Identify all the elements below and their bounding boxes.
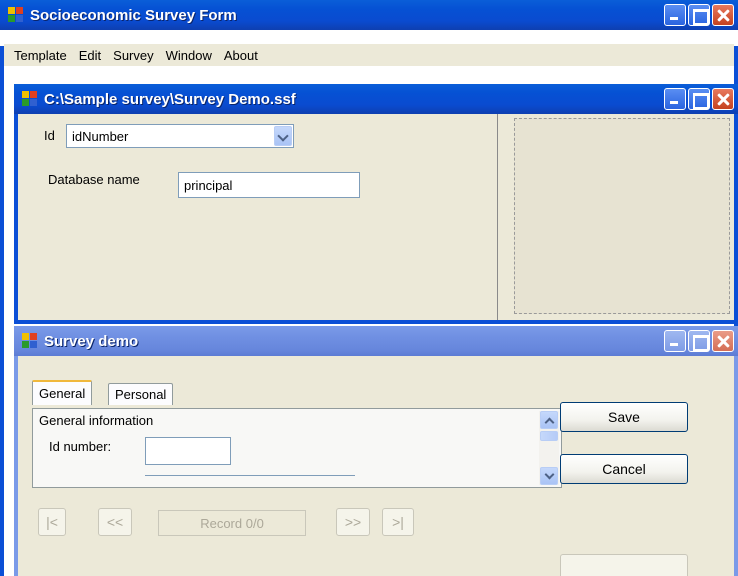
tab-personal[interactable]: Personal: [108, 383, 174, 405]
survey-file-title: C:\Sample survey\Survey Demo.ssf: [44, 90, 296, 108]
record-counter: Record 0/0: [158, 510, 306, 536]
survey-settings-pane: Id idNumber Database name principal: [18, 114, 498, 320]
menu-window[interactable]: Window: [160, 48, 218, 63]
survey-demo-minimize-button[interactable]: [664, 330, 686, 352]
survey-demo-close-button[interactable]: [712, 330, 734, 352]
id-select-value: idNumber: [72, 128, 129, 144]
record-counter-text: Record 0/0: [200, 515, 264, 531]
menu-about[interactable]: About: [218, 48, 264, 63]
cancel-button[interactable]: Cancel: [560, 454, 688, 484]
window-icon: [22, 91, 38, 107]
next-record-label: >>: [344, 514, 362, 530]
app-title-bar[interactable]: Socioeconomic Survey Form: [0, 0, 738, 30]
database-name-value: principal: [184, 177, 233, 193]
app-maximize-button[interactable]: [688, 4, 710, 26]
survey-file-maximize-button[interactable]: [688, 88, 710, 110]
save-button-label: Save: [608, 409, 640, 425]
tab-personal-label: Personal: [115, 387, 167, 402]
survey-file-minimize-button[interactable]: [664, 88, 686, 110]
tab-general-label: General: [39, 386, 86, 401]
survey-file-title-bar[interactable]: C:\Sample survey\Survey Demo.ssf: [14, 84, 738, 114]
scroll-up-icon[interactable]: [540, 411, 558, 429]
general-tab-panel: General information Id number:: [32, 408, 562, 488]
first-record-label: |<: [46, 514, 58, 530]
dropdown-arrow-icon[interactable]: [274, 126, 292, 146]
survey-demo-maximize-button[interactable]: [688, 330, 710, 352]
next-record-button[interactable]: >>: [336, 508, 370, 536]
id-number-input[interactable]: [145, 437, 231, 465]
save-button[interactable]: Save: [560, 402, 688, 432]
section-heading: General information: [39, 413, 154, 428]
tab-general[interactable]: General: [32, 380, 93, 405]
database-name-label: Database name: [48, 172, 140, 187]
survey-file-window: C:\Sample survey\Survey Demo.ssf Id idNu…: [14, 84, 738, 324]
app-title: Socioeconomic Survey Form: [30, 6, 237, 24]
window-icon: [22, 333, 38, 349]
menu-template[interactable]: Template: [8, 48, 73, 63]
database-name-input[interactable]: principal: [178, 172, 360, 198]
scroll-down-icon[interactable]: [540, 467, 558, 485]
id-select[interactable]: idNumber: [66, 124, 294, 148]
id-label: Id: [44, 128, 55, 143]
survey-file-body: Id idNumber Database name principal: [18, 114, 734, 320]
survey-demo-body: General Personal General information Id …: [18, 356, 734, 576]
survey-demo-title-bar[interactable]: Survey demo: [14, 326, 738, 356]
previous-record-label: <<: [106, 514, 124, 530]
preview-panel: [514, 118, 730, 314]
app-minimize-button[interactable]: [664, 4, 686, 26]
menu-edit[interactable]: Edit: [73, 48, 107, 63]
survey-demo-window: Survey demo General Personal General inf…: [14, 326, 738, 576]
partially-hidden-button[interactable]: [560, 554, 688, 576]
app-icon: [8, 7, 24, 23]
app-close-button[interactable]: [712, 4, 734, 26]
last-record-button[interactable]: >|: [382, 508, 414, 536]
tab-panel-scrollbar[interactable]: [539, 411, 559, 485]
survey-file-close-button[interactable]: [712, 88, 734, 110]
field-divider: [145, 475, 355, 476]
id-number-label: Id number:: [49, 439, 112, 454]
survey-demo-title: Survey demo: [44, 332, 139, 350]
last-record-label: >|: [392, 514, 404, 530]
first-record-button[interactable]: |<: [38, 508, 66, 536]
scroll-thumb[interactable]: [540, 431, 558, 441]
menu-bar: Template Edit Survey Window About: [4, 44, 734, 66]
previous-record-button[interactable]: <<: [98, 508, 132, 536]
cancel-button-label: Cancel: [602, 461, 646, 477]
menu-survey[interactable]: Survey: [107, 48, 159, 63]
